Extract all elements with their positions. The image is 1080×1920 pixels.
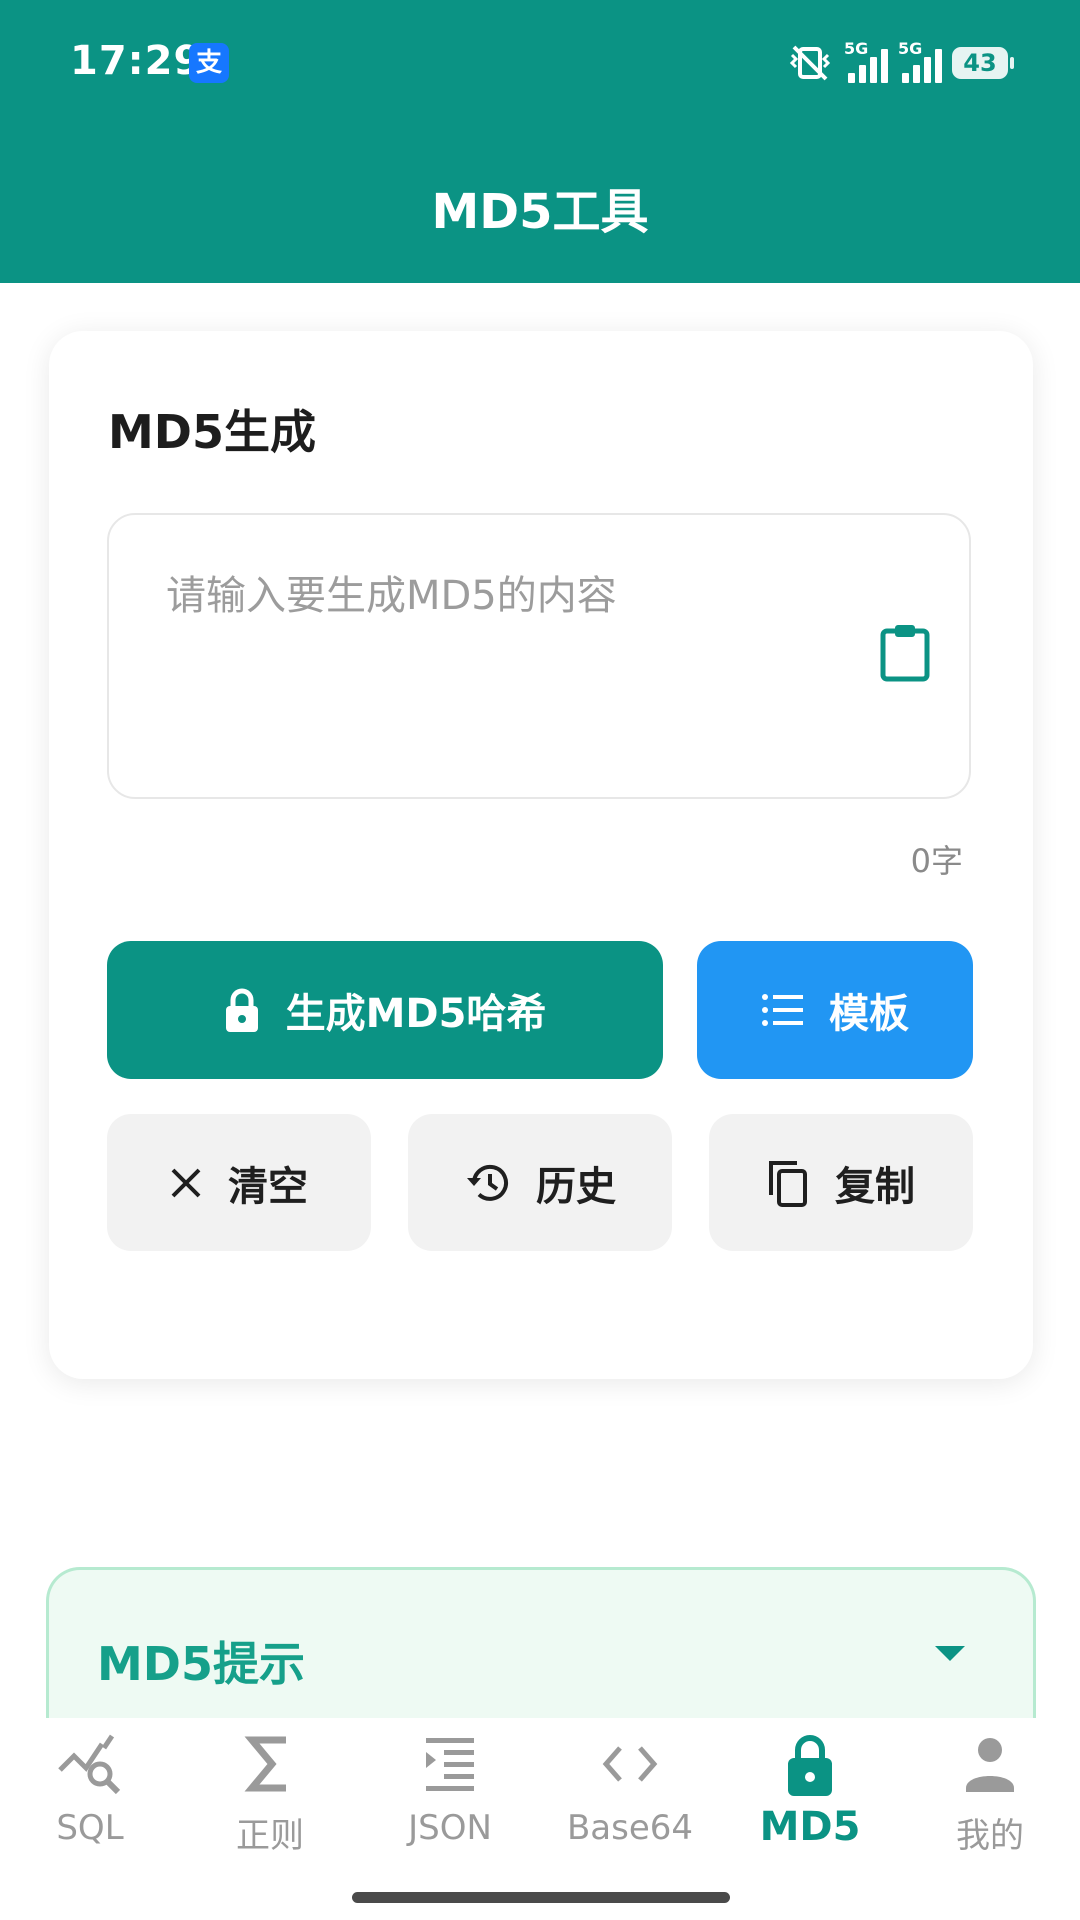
tips-title: MD5提示 (97, 1637, 305, 1691)
signal-5g-sim1-icon: 5G (844, 39, 888, 83)
nav-item-md5[interactable]: MD5 (720, 1730, 900, 1865)
lock-icon (225, 988, 258, 1032)
code-brackets-icon (602, 1746, 658, 1782)
clear-button[interactable]: 清空 (107, 1114, 371, 1251)
close-icon (171, 1168, 201, 1197)
nav-label-regex: 正则 (236, 1816, 304, 1856)
input-placeholder: 请输入要生成MD5的内容 (166, 573, 617, 619)
clear-label: 清空 (228, 1163, 308, 1210)
nav-item-sql[interactable]: SQL (0, 1730, 180, 1865)
nav-item-base64[interactable]: Base64 (540, 1730, 720, 1865)
sigma-icon (244, 1736, 286, 1792)
nav-item-json[interactable]: JSON (360, 1730, 540, 1865)
caret-down-icon[interactable] (935, 1646, 965, 1661)
nav-label-sql: SQL (56, 1808, 124, 1848)
nav-label-json: JSON (408, 1808, 492, 1848)
status-time: 17:29 (70, 38, 203, 84)
nav-label-md5: MD5 (759, 1804, 861, 1850)
alipay-notification-icon: 支 (189, 43, 229, 83)
md5-generate-card: MD5生成 请输入要生成MD5的内容 0字 生成MD5哈希 模板 清空 历史 复… (49, 331, 1033, 1379)
paste-clipboard-icon[interactable] (879, 623, 931, 683)
template-label: 模板 (829, 991, 909, 1037)
home-indicator[interactable] (352, 1892, 730, 1903)
nav-label-base64: Base64 (566, 1808, 694, 1848)
nav-item-regex[interactable]: 正则 (180, 1730, 360, 1865)
history-icon (467, 1164, 508, 1201)
template-button[interactable]: 模板 (697, 941, 973, 1079)
person-icon (966, 1738, 1014, 1792)
lock-icon (788, 1735, 832, 1796)
signal-5g-sim2-icon: 5G (898, 39, 942, 83)
nav-label-profile: 我的 (956, 1816, 1024, 1856)
generate-md5-label: 生成MD5哈希 (285, 991, 547, 1037)
nav-item-profile[interactable]: 我的 (900, 1730, 1080, 1865)
status-icons: 5G 5G 43 (786, 39, 1014, 86)
copy-label: 复制 (835, 1163, 915, 1210)
query-stats-icon (58, 1734, 121, 1795)
card-title: MD5生成 (108, 405, 316, 459)
md5-input-field[interactable]: 请输入要生成MD5的内容 (107, 513, 971, 799)
char-count: 0字 (910, 842, 963, 880)
list-icon (762, 994, 803, 1026)
page-title: MD5工具 (431, 184, 649, 240)
copy-icon (769, 1160, 807, 1207)
generate-md5-button[interactable]: 生成MD5哈希 (107, 941, 663, 1079)
bottom-navigation: SQL 正则 JSON Base64 MD5 我的 (0, 1718, 1080, 1920)
history-label: 历史 (536, 1163, 616, 1210)
copy-button[interactable]: 复制 (709, 1114, 973, 1251)
app-header: 17:29 支 5G 5G 43 MD5工具 (0, 0, 1080, 283)
vibrate-mute-icon (789, 45, 831, 81)
format-indent-icon (426, 1738, 474, 1791)
battery-icon: 43 (952, 47, 1014, 79)
history-button[interactable]: 历史 (408, 1114, 672, 1251)
